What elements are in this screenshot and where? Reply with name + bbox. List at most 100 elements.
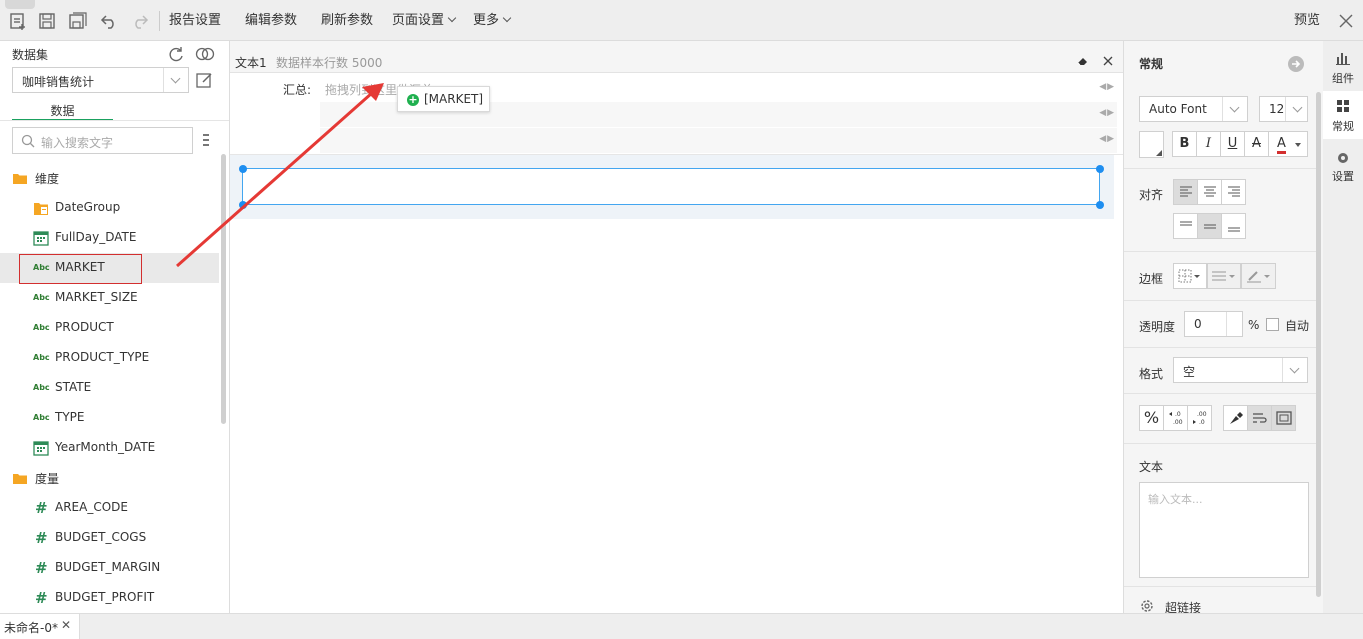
field-item[interactable]: Abc TYPE <box>0 403 219 433</box>
increase-decimal-button[interactable]: .0.00 <box>1163 405 1188 431</box>
tab-settings[interactable]: 设置 <box>1323 141 1363 189</box>
italic-button[interactable]: I <box>1196 131 1221 157</box>
field-item[interactable]: Abc STATE <box>0 373 219 403</box>
save-as-icon[interactable] <box>69 12 87 30</box>
menu-edit-params[interactable]: 编辑参数 <box>245 12 297 30</box>
left-right-arrows-icon[interactable]: ◀ ▶ <box>1099 108 1114 118</box>
document-tab-label: 未命名-0* <box>4 621 58 635</box>
undo-icon[interactable] <box>100 12 118 30</box>
border-style-button[interactable] <box>1173 263 1207 289</box>
resize-handle[interactable] <box>1096 165 1104 173</box>
field-item[interactable]: YearMonth_DATE <box>0 433 219 463</box>
resize-handle[interactable] <box>1096 201 1104 209</box>
align-center-button[interactable] <box>1197 179 1222 205</box>
new-report-icon[interactable] <box>9 12 27 30</box>
percent-format-button[interactable]: % <box>1139 405 1164 431</box>
collapse-toggle[interactable] <box>5 0 35 9</box>
font-color-button[interactable]: A <box>1268 131 1308 157</box>
join-dataset-icon[interactable] <box>195 46 215 62</box>
decrease-decimal-button[interactable]: .00.0 <box>1187 405 1212 431</box>
valign-bottom-icon <box>1227 227 1240 232</box>
eraser-icon[interactable] <box>1077 56 1089 66</box>
more-options-icon[interactable] <box>202 133 210 147</box>
spinner-icon[interactable] <box>1226 312 1242 336</box>
summary-drop-zone[interactable]: ◀ ▶ <box>320 128 1117 153</box>
folder-measures[interactable]: 度量 <box>0 463 219 493</box>
refresh-icon[interactable] <box>167 45 185 63</box>
field-item[interactable]: # BUDGET_COGS <box>0 523 219 553</box>
resize-handle[interactable] <box>239 165 247 173</box>
menu-report-settings[interactable]: 报告设置 <box>169 12 221 30</box>
field-item[interactable]: Abc PRODUCT <box>0 313 219 343</box>
valign-bottom-button[interactable] <box>1221 213 1246 239</box>
underline-button[interactable]: U <box>1220 131 1245 157</box>
arrow-right-circle-icon[interactable] <box>1287 55 1305 73</box>
redo-icon[interactable] <box>131 12 149 30</box>
summary-label: 汇总: <box>283 83 312 97</box>
tab-data[interactable]: 数据 <box>12 102 113 121</box>
format-select[interactable]: 空 <box>1173 357 1308 383</box>
left-scrollbar[interactable] <box>221 154 226 424</box>
edit-dataset-icon[interactable] <box>195 71 213 89</box>
field-item[interactable]: # BUDGET_PROFIT <box>0 583 219 613</box>
field-item-market-selected[interactable]: Abc MARKET <box>0 253 219 284</box>
section-divider <box>1124 393 1316 394</box>
auto-checkbox[interactable] <box>1266 318 1279 331</box>
left-right-arrows-icon[interactable]: ◀ ▶ <box>1099 82 1114 92</box>
opacity-input[interactable]: 0 <box>1184 311 1243 337</box>
field-item[interactable]: # BUDGET_MARGIN <box>0 553 219 583</box>
document-tab[interactable]: 未命名-0* ✕ <box>0 614 80 639</box>
field-item[interactable]: Abc MARKET_SIZE <box>0 283 219 313</box>
valign-top-button[interactable] <box>1173 213 1198 239</box>
field-item[interactable]: Abc PRODUCT_TYPE <box>0 343 219 373</box>
number-icon: # <box>35 499 48 517</box>
field-item[interactable]: DateGroup <box>0 193 219 223</box>
field-item[interactable]: FullDay_DATE <box>0 223 219 253</box>
left-right-arrows-icon[interactable]: ◀ ▶ <box>1099 134 1114 144</box>
increase-decimal-icon: .0.00 <box>1168 411 1182 426</box>
fill-color-button[interactable] <box>1139 131 1164 158</box>
align-left-button[interactable] <box>1173 179 1198 205</box>
svg-text:.00: .00 <box>1197 411 1207 418</box>
valign-middle-button[interactable] <box>1197 213 1222 239</box>
folder-dimensions[interactable]: 维度 <box>0 163 219 193</box>
text-input[interactable]: 输入文本... <box>1139 482 1309 578</box>
text-input-placeholder: 输入文本... <box>1148 493 1203 506</box>
text-component[interactable] <box>242 168 1100 205</box>
close-icon[interactable] <box>1337 12 1355 30</box>
strikethrough-button[interactable]: A <box>1244 131 1269 157</box>
resize-handle[interactable] <box>239 201 247 209</box>
border-color-button[interactable] <box>1241 263 1276 289</box>
menu-more[interactable]: 更多 <box>473 12 512 30</box>
border-label: 边框 <box>1139 272 1164 286</box>
format-painter-button[interactable] <box>1223 405 1248 431</box>
dataset-select[interactable]: 咖啡销售统计 <box>12 67 189 93</box>
align-right-button[interactable] <box>1221 179 1246 205</box>
close-icon[interactable] <box>1103 56 1113 66</box>
folder-icon <box>13 174 27 184</box>
border-line-button[interactable] <box>1207 263 1241 289</box>
align-label: 对齐 <box>1139 188 1164 202</box>
pen-icon <box>1246 271 1270 283</box>
field-item[interactable]: # AREA_CODE <box>0 493 219 523</box>
font-family-select[interactable]: Auto Font <box>1139 96 1248 122</box>
fit-content-button[interactable] <box>1271 405 1296 431</box>
font-size-select[interactable]: 12 <box>1259 96 1308 122</box>
close-icon[interactable]: ✕ <box>61 618 71 632</box>
bold-button[interactable]: B <box>1172 131 1197 157</box>
wrap-text-button[interactable] <box>1247 405 1272 431</box>
abc-icon: Abc <box>33 323 50 332</box>
save-icon[interactable] <box>38 12 56 30</box>
border-grid-icon <box>1178 269 1200 283</box>
right-scrollbar[interactable] <box>1316 92 1321 597</box>
text-component-band <box>230 155 1114 219</box>
component-name: 文本1 <box>235 56 267 70</box>
tab-general[interactable]: 常规 <box>1323 91 1363 139</box>
field-label: BUDGET_COGS <box>55 530 147 544</box>
field-search-input[interactable]: 输入搜索文字 <box>12 127 193 154</box>
tab-components[interactable]: 组件 <box>1323 43 1363 91</box>
menu-page-settings[interactable]: 页面设置 <box>392 12 457 30</box>
preview-button[interactable]: 预览 <box>1294 12 1320 30</box>
menu-refresh-params[interactable]: 刷新参数 <box>321 12 373 30</box>
report-canvas[interactable] <box>230 155 1123 613</box>
